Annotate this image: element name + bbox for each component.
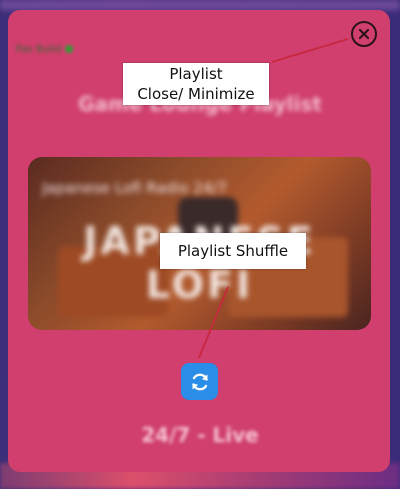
video-title: Japanese Lofi Radio 24/7: [42, 179, 227, 197]
shuffle-callout: Playlist Shuffle: [160, 233, 306, 269]
close-callout-line2: Close/ Minimize: [137, 85, 255, 103]
build-tag-label: Fav Build: [16, 44, 62, 55]
background-top: [0, 0, 400, 10]
close-callout: Playlist Close/ Minimize: [123, 63, 269, 105]
refresh-icon: [191, 373, 208, 390]
status-dot-icon: [65, 45, 74, 53]
screen: Fav Build Game Lounge Playlist Japanese …: [0, 0, 400, 489]
shuffle-button[interactable]: [181, 363, 218, 400]
close-callout-line1: Playlist: [169, 65, 223, 83]
live-status: 24/7 - Live: [141, 423, 259, 447]
close-icon: [358, 28, 370, 40]
close-button[interactable]: [351, 21, 377, 47]
build-tag: Fav Build: [16, 44, 74, 55]
